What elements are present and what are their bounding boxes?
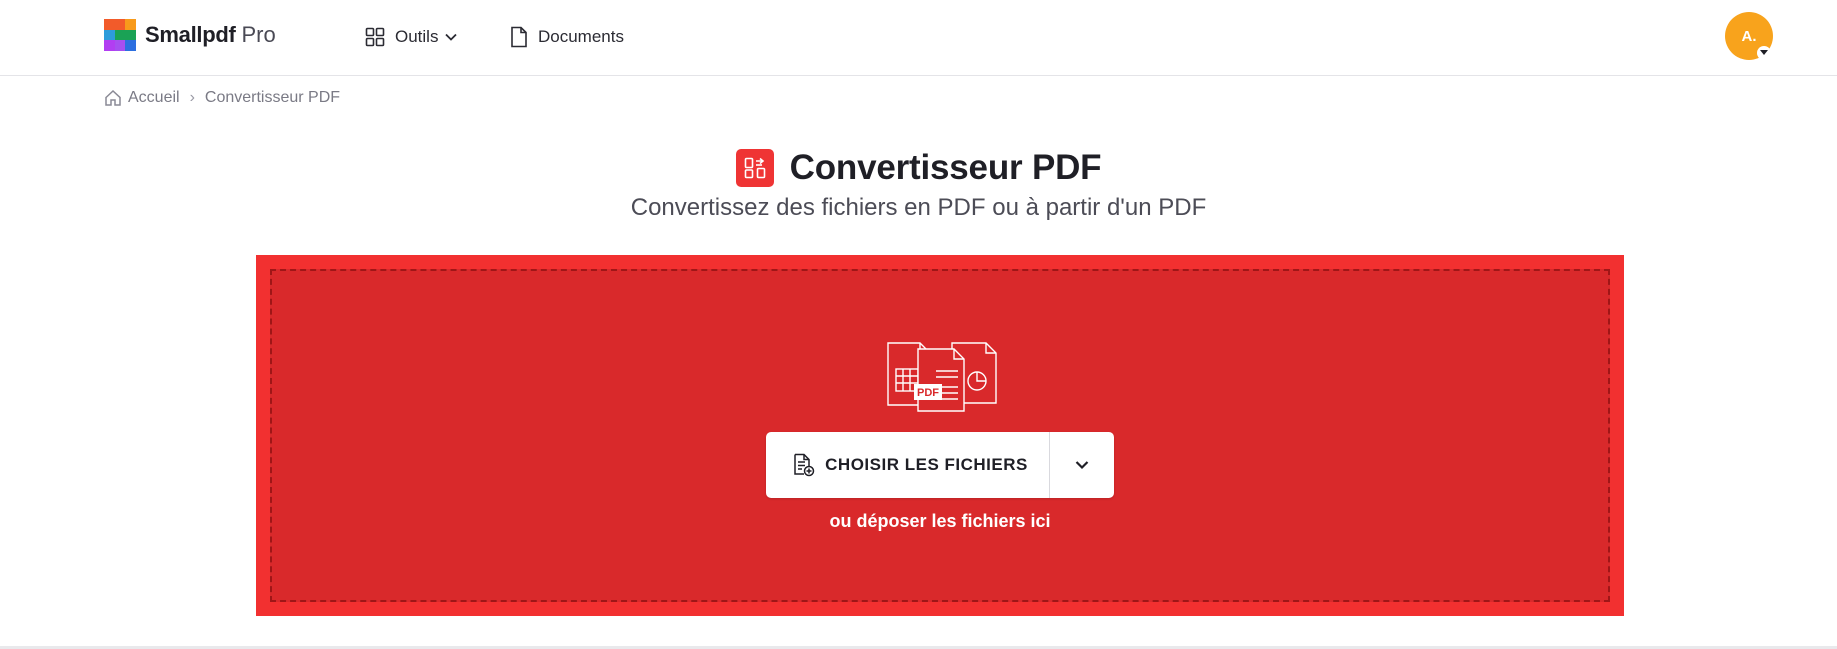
breadcrumb-home-link[interactable]: Accueil xyxy=(128,89,180,107)
dropzone-dashed-area[interactable]: PDF CHOISIR LES FICHIERS ou déposer les … xyxy=(270,269,1610,602)
chevron-down-icon xyxy=(445,33,458,41)
add-file-icon xyxy=(794,453,815,477)
page-header: Convertisseur PDF xyxy=(0,148,1837,188)
choose-files-button-group: CHOISIR LES FICHIERS xyxy=(766,432,1114,498)
file-types-graphic: PDF xyxy=(887,342,997,412)
nav-tools-menu[interactable]: Outils xyxy=(365,24,458,50)
breadcrumb-current: Convertisseur PDF xyxy=(204,89,341,106)
nav-documents-label: Documents xyxy=(538,27,624,46)
pdf-badge-label: PDF xyxy=(917,387,939,399)
breadcrumb-separator: › xyxy=(189,89,195,106)
smallpdf-logo-icon xyxy=(104,19,136,51)
drop-files-hint: ou déposer les fichiers ici xyxy=(829,511,1051,531)
smallpdf-logo[interactable]: Smallpdf Pro xyxy=(104,19,276,51)
caret-down-icon xyxy=(1760,50,1768,55)
avatar-dropdown-icon[interactable] xyxy=(1757,46,1771,60)
choose-files-button[interactable]: CHOISIR LES FICHIERS xyxy=(766,432,1049,498)
grid-icon xyxy=(365,27,385,47)
choose-files-label: CHOISIR LES FICHIERS xyxy=(825,455,1028,474)
pdf-doc-icon xyxy=(914,348,965,412)
brand-name: Smallpdf xyxy=(145,22,236,47)
file-dropzone[interactable]: PDF CHOISIR LES FICHIERS ou déposer les … xyxy=(256,255,1624,616)
nav-documents-link[interactable]: Documents xyxy=(510,24,624,50)
avatar-initials: A. xyxy=(1741,27,1757,45)
pdf-converter-icon xyxy=(735,149,774,187)
brand-tier: Pro xyxy=(241,22,276,47)
more-upload-options-button[interactable] xyxy=(1050,432,1114,498)
top-navigation-bar: Smallpdf Pro Outils Documents A. xyxy=(0,0,1837,76)
chevron-down-icon xyxy=(1075,461,1089,470)
home-icon[interactable] xyxy=(104,89,122,107)
breadcrumb: Accueil › Convertisseur PDF xyxy=(104,88,340,108)
nav-tools-label: Outils xyxy=(395,27,439,46)
document-icon xyxy=(511,26,527,48)
page-title: Convertisseur PDF xyxy=(789,148,1102,187)
page-subtitle: Convertissez des fichiers en PDF ou à pa… xyxy=(630,194,1207,221)
